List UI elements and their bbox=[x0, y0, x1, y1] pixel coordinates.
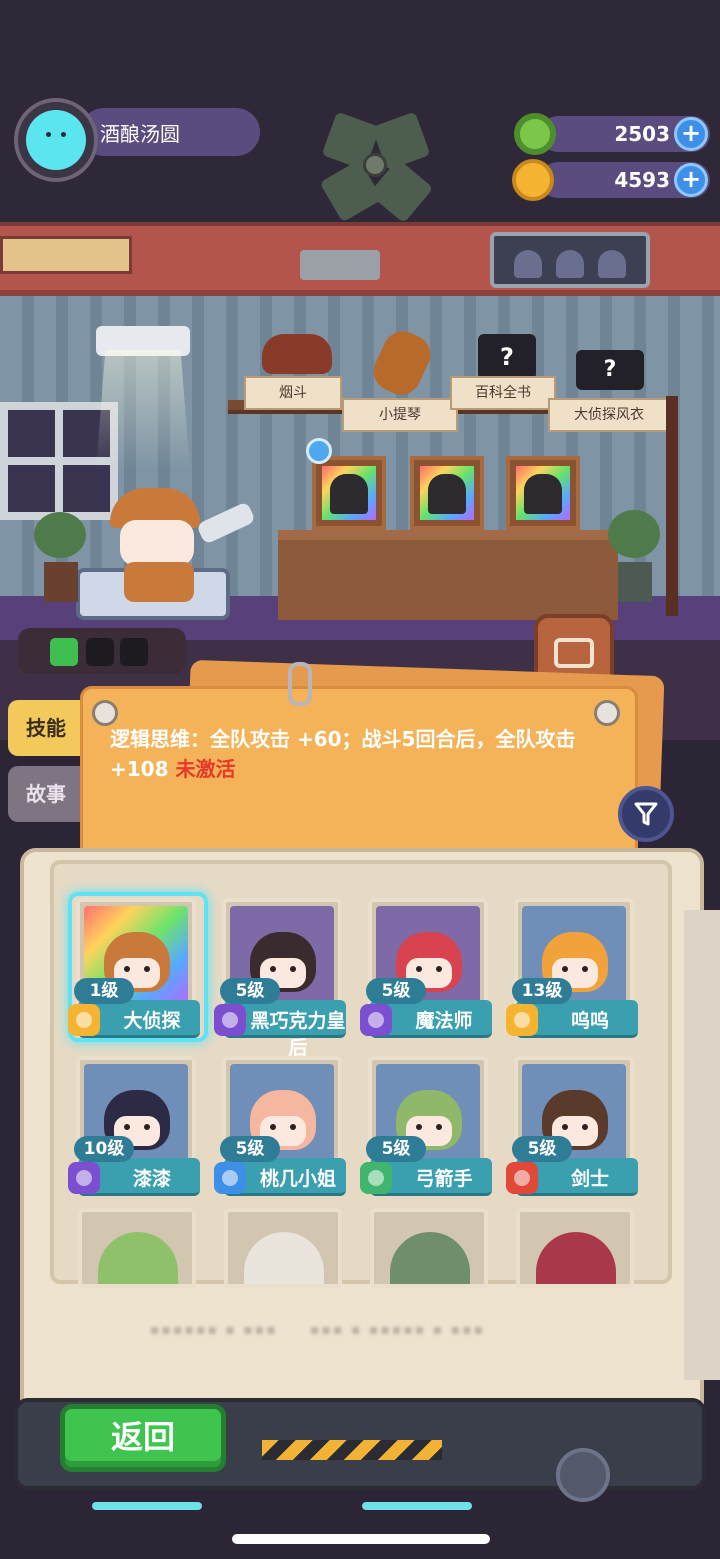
unknown-book-icon[interactable]: ? bbox=[478, 334, 536, 380]
character-name: 剑士 bbox=[570, 1168, 609, 1190]
character-card[interactable]: 13级呜呜 bbox=[506, 892, 638, 1042]
skill-status: 未激活 bbox=[175, 757, 236, 781]
ghost-icon bbox=[598, 250, 626, 278]
notification-icon[interactable] bbox=[306, 438, 332, 464]
home-indicator[interactable] bbox=[232, 1534, 490, 1544]
game-scene: 酒酿汤圆 2503 + 4593 + ? ? 烟斗 小提琴 百科全书 大侦探风衣 bbox=[0, 0, 720, 1559]
character-card[interactable]: 5级魔法师 bbox=[360, 892, 492, 1042]
potted-plant-icon bbox=[604, 510, 664, 602]
potted-plant-icon bbox=[30, 512, 90, 602]
player-name: 酒酿汤圆 bbox=[100, 122, 180, 146]
character-card[interactable]: 10级漆漆 bbox=[68, 1050, 200, 1200]
shelf-label-coat: 大侦探风衣 bbox=[548, 398, 670, 432]
battery-empty-icon bbox=[86, 638, 114, 666]
desk bbox=[278, 530, 618, 620]
back-button[interactable]: 返回 bbox=[60, 1404, 226, 1472]
character-name: 魔法师 bbox=[415, 1010, 473, 1032]
ghost-icon bbox=[514, 250, 542, 278]
ghost-icon bbox=[556, 250, 584, 278]
level-badge: 13级 bbox=[512, 978, 572, 1004]
filter-button[interactable] bbox=[618, 786, 674, 842]
add-coin-button[interactable]: + bbox=[674, 163, 708, 197]
shelf-label-pipe: 烟斗 bbox=[244, 376, 342, 410]
projector-light bbox=[96, 350, 190, 470]
wall-panel bbox=[0, 236, 132, 274]
level-badge: 5级 bbox=[512, 1136, 572, 1162]
dock-knob bbox=[556, 1448, 610, 1502]
green-donut-icon bbox=[514, 113, 556, 155]
character-name: 呜呜 bbox=[570, 1010, 609, 1032]
character-card[interactable]: 5级 黑巧克力皇后 bbox=[214, 892, 346, 1059]
book-edge bbox=[684, 910, 720, 1380]
skill-description: 逻辑思维：全队攻击 +60；战斗5回合后，全队攻击 +108 未激活 bbox=[110, 724, 610, 784]
level-badge: 5级 bbox=[366, 1136, 426, 1162]
photo-frame[interactable] bbox=[312, 456, 386, 530]
rank-badge-icon bbox=[68, 1004, 100, 1036]
level-badge: 5级 bbox=[220, 1136, 280, 1162]
filter-icon bbox=[634, 802, 658, 826]
character-card[interactable]: 5级弓箭手 bbox=[360, 1050, 492, 1200]
hazard-stripe bbox=[262, 1440, 442, 1460]
character-card[interactable]: 5级桃几小姐 bbox=[214, 1050, 346, 1200]
character-card-partial[interactable] bbox=[516, 1208, 634, 1288]
coin-count: 4593 bbox=[614, 168, 670, 192]
character-name: 弓箭手 bbox=[415, 1168, 473, 1190]
ghost-display-panel bbox=[490, 232, 650, 288]
level-badge: 1级 bbox=[74, 978, 134, 1004]
rank-badge-icon bbox=[360, 1162, 392, 1194]
detective-character[interactable] bbox=[104, 486, 224, 606]
add-donut-button[interactable]: + bbox=[674, 117, 708, 151]
rank-badge-icon bbox=[214, 1162, 246, 1194]
tab-story[interactable]: 故事 bbox=[8, 766, 88, 822]
tab-skill[interactable]: 技能 bbox=[8, 700, 88, 756]
blurred-footer-text: ▪▪▪▪▪▪ ▪ ▪▪▪ ▪▪▪ ▪ ▪▪▪▪▪ ▪ ▪▪▪ bbox=[150, 1322, 486, 1338]
coat-rack-icon bbox=[666, 396, 678, 616]
rank-badge-icon bbox=[68, 1162, 100, 1194]
character-card[interactable]: 1级大侦探 bbox=[68, 892, 208, 1042]
gold-planet-coin-icon bbox=[512, 159, 554, 201]
shelf-label-violin: 小提琴 bbox=[342, 398, 458, 432]
vent bbox=[300, 250, 380, 280]
cat-face-icon bbox=[44, 132, 68, 144]
shelf-label-book: 百科全书 bbox=[450, 376, 556, 410]
level-badge: 10级 bbox=[74, 1136, 134, 1162]
rank-badge-icon bbox=[506, 1162, 538, 1194]
photo-frame[interactable] bbox=[410, 456, 484, 530]
level-badge: 5级 bbox=[366, 978, 426, 1004]
pin-icon bbox=[92, 700, 118, 726]
pin-icon bbox=[594, 700, 620, 726]
character-name: 桃几小姐 bbox=[259, 1168, 336, 1190]
battery-empty-icon bbox=[120, 638, 148, 666]
ceiling-fan-icon bbox=[319, 110, 434, 224]
unknown-coat-icon[interactable]: ? bbox=[576, 350, 644, 390]
character-card-partial[interactable] bbox=[224, 1208, 342, 1288]
character-card[interactable]: 5级剑士 bbox=[506, 1050, 638, 1200]
dock-light bbox=[362, 1502, 472, 1510]
photo-frame[interactable] bbox=[506, 456, 580, 530]
rank-badge-icon bbox=[506, 1004, 538, 1036]
rank-badge-icon bbox=[214, 1004, 246, 1036]
paperclip-icon bbox=[288, 662, 312, 706]
character-name: 大侦探 bbox=[123, 1010, 181, 1032]
character-card-partial[interactable] bbox=[370, 1208, 488, 1288]
dock-light bbox=[92, 1502, 202, 1510]
character-name: 漆漆 bbox=[132, 1168, 171, 1190]
donut-count: 2503 bbox=[614, 122, 670, 146]
pipe-icon[interactable] bbox=[262, 334, 332, 374]
battery-full-icon bbox=[50, 638, 78, 666]
level-badge: 5级 bbox=[220, 978, 280, 1004]
rank-badge-icon bbox=[360, 1004, 392, 1036]
character-card-partial[interactable] bbox=[78, 1208, 196, 1288]
